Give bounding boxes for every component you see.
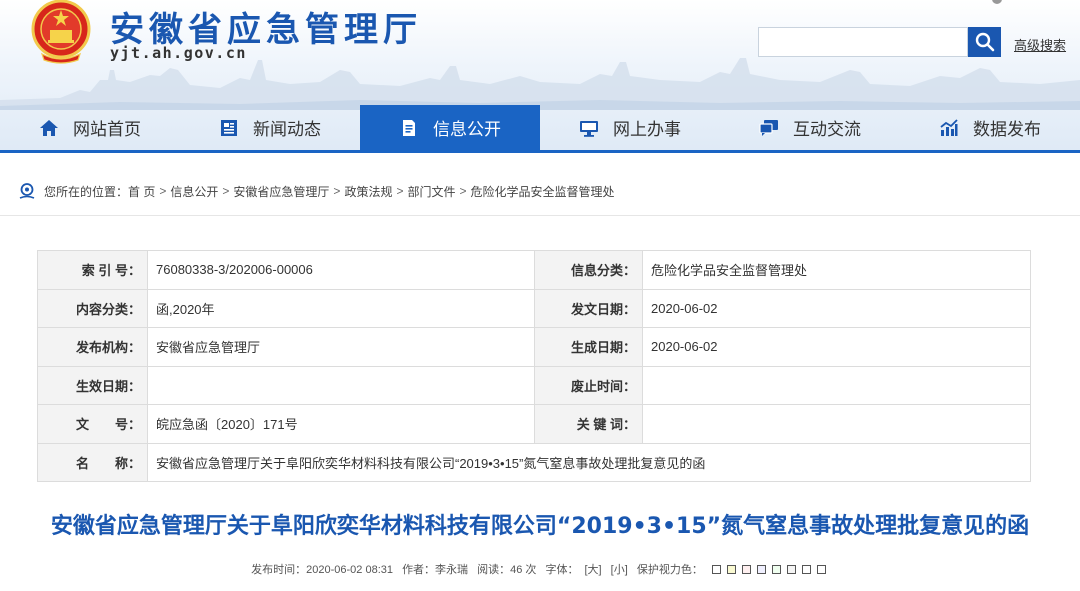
breadcrumb-prefix: 您所在的位置： bbox=[44, 184, 129, 199]
eye-protect-color-swatch[interactable] bbox=[816, 565, 826, 574]
breadcrumb-home[interactable]: 首 页 bbox=[128, 183, 155, 200]
nav-underline bbox=[0, 150, 1080, 153]
eye-protect-color-swatch[interactable] bbox=[741, 565, 751, 574]
document-name-value: 安徽省应急管理厅关于阜阳欣奕华材料科技有限公司“2019•3•15”氮气窒息事故… bbox=[147, 442, 1031, 482]
advanced-search-link[interactable]: 高级搜索 bbox=[1014, 35, 1066, 54]
font-size-label: 字体： bbox=[545, 564, 579, 576]
breadcrumb-separator: > bbox=[333, 184, 341, 198]
index-number-value: 76080338-3/202006-00006 bbox=[147, 250, 535, 290]
breadcrumb-info-disclosure[interactable]: 信息公开 bbox=[170, 183, 218, 200]
top-corner-mark bbox=[992, 0, 1002, 4]
nav-item-label: 网上办事 bbox=[613, 120, 681, 139]
nav-item-info-disclosure[interactable]: 信息公开 bbox=[360, 105, 540, 150]
eye-protect-color-swatch[interactable] bbox=[786, 565, 796, 574]
location-pin-icon bbox=[19, 183, 35, 199]
publisher-value: 安徽省应急管理厅 bbox=[147, 327, 535, 367]
eye-protect-swatches bbox=[709, 564, 829, 576]
publisher-label: 发布机构： bbox=[37, 327, 148, 367]
eye-protect-label: 保护视力色： bbox=[636, 564, 703, 576]
newspaper-icon bbox=[219, 118, 239, 138]
breadcrumb-separator: > bbox=[222, 184, 230, 198]
breadcrumb-current[interactable]: 危险化学品安全监督管理处 bbox=[471, 183, 615, 200]
table-row: 生效日期： 废止时间： bbox=[37, 365, 1031, 405]
bar-chart-icon bbox=[939, 118, 959, 138]
expiry-date-value bbox=[642, 365, 1031, 405]
search-button[interactable] bbox=[968, 27, 1001, 57]
created-date-value: 2020-06-02 bbox=[642, 327, 1031, 367]
article-meta: 发布时间：2020-06-02 08:31 作者：李永瑞 阅读：46 次 字体：… bbox=[0, 561, 1080, 577]
nav-item-interaction[interactable]: 互动交流 bbox=[720, 105, 900, 150]
table-row: 文 号： 皖应急函〔2020〕171号 关 键 词： bbox=[37, 404, 1031, 444]
nav-item-label: 互动交流 bbox=[793, 120, 861, 139]
search-input[interactable] bbox=[758, 27, 968, 57]
font-large-button[interactable]: [大] bbox=[584, 564, 601, 576]
expiry-date-label: 废止时间： bbox=[534, 365, 643, 405]
eye-protect-color-swatch[interactable] bbox=[801, 565, 811, 574]
created-date-label: 生成日期： bbox=[534, 327, 643, 367]
breadcrumb-separator: > bbox=[396, 184, 404, 198]
content-category-label: 内容分类： bbox=[37, 288, 148, 328]
issue-date-value: 2020-06-02 bbox=[642, 288, 1031, 328]
breadcrumb: 您所在的位置： 首 页 > 信息公开 > 安徽省应急管理厅 > 政策法规 > 部… bbox=[18, 178, 615, 204]
author: 作者：李永瑞 bbox=[402, 564, 469, 576]
site-header: 安徽省应急管理厅 yjt.ah.gov.cn 高级搜索 网站首页 新闻动态 信息 bbox=[0, 0, 1080, 150]
breadcrumb-separator: > bbox=[459, 184, 467, 198]
article-title: 安徽省应急管理厅关于阜阳欣奕华材料科技有限公司“2019•3•15”氮气窒息事故… bbox=[50, 514, 1030, 539]
monitor-icon bbox=[579, 118, 599, 138]
table-row: 名 称： 安徽省应急管理厅关于阜阳欣奕华材料科技有限公司“2019•3•15”氮… bbox=[37, 442, 1031, 482]
eye-protect-color-swatch[interactable] bbox=[756, 565, 766, 574]
table-row: 内容分类： 函,2020年 发文日期： 2020-06-02 bbox=[37, 288, 1031, 328]
view-count: 阅读：46 次 bbox=[477, 564, 537, 576]
nav-item-news[interactable]: 新闻动态 bbox=[180, 105, 360, 150]
document-info-table: 索 引 号： 76080338-3/202006-00006 信息分类： 危险化… bbox=[37, 250, 1031, 482]
effective-date-label: 生效日期： bbox=[37, 365, 148, 405]
nav-item-data-release[interactable]: 数据发布 bbox=[900, 105, 1080, 150]
index-number-label: 索 引 号： bbox=[37, 250, 148, 290]
content-category-value: 函,2020年 bbox=[147, 288, 535, 328]
info-category-label: 信息分类： bbox=[534, 250, 643, 290]
breadcrumb-policies[interactable]: 政策法规 bbox=[344, 183, 392, 200]
nav-item-label: 新闻动态 bbox=[253, 120, 321, 139]
document-number-value: 皖应急函〔2020〕171号 bbox=[147, 404, 535, 444]
keywords-value bbox=[642, 404, 1031, 444]
site-domain: yjt.ah.gov.cn bbox=[110, 44, 247, 62]
nav-item-label: 网站首页 bbox=[73, 120, 141, 139]
breadcrumb-dept-files[interactable]: 部门文件 bbox=[407, 183, 455, 200]
home-icon bbox=[39, 118, 59, 138]
nav-item-label: 数据发布 bbox=[973, 120, 1041, 139]
breadcrumb-department[interactable]: 安徽省应急管理厅 bbox=[233, 183, 329, 200]
nav-item-online-services[interactable]: 网上办事 bbox=[540, 105, 720, 150]
document-name-label: 名 称： bbox=[37, 442, 148, 482]
table-row: 发布机构： 安徽省应急管理厅 生成日期： 2020-06-02 bbox=[37, 327, 1031, 367]
nav-item-label: 信息公开 bbox=[433, 120, 501, 139]
info-category-value: 危险化学品安全监督管理处 bbox=[642, 250, 1031, 290]
font-small-button[interactable]: [小] bbox=[611, 564, 628, 576]
effective-date-value bbox=[147, 365, 535, 405]
document-icon bbox=[399, 118, 419, 138]
eye-protect-color-swatch[interactable] bbox=[771, 565, 781, 574]
section-divider bbox=[0, 215, 1080, 216]
table-row: 索 引 号： 76080338-3/202006-00006 信息分类： 危险化… bbox=[37, 250, 1031, 290]
main-nav: 网站首页 新闻动态 信息公开 网上办事 互动交流 数据发布 bbox=[0, 105, 1080, 150]
eye-protect-color-swatch[interactable] bbox=[726, 565, 736, 574]
breadcrumb-separator: > bbox=[159, 184, 167, 198]
eye-protect-color-swatch[interactable] bbox=[711, 565, 721, 574]
search-icon bbox=[975, 32, 994, 52]
keywords-label: 关 键 词： bbox=[534, 404, 643, 444]
chat-icon bbox=[759, 118, 779, 138]
national-emblem-icon bbox=[31, 0, 91, 64]
issue-date-label: 发文日期： bbox=[534, 288, 643, 328]
publish-time: 发布时间：2020-06-02 08:31 bbox=[251, 564, 393, 576]
document-number-label: 文 号： bbox=[37, 404, 148, 444]
nav-item-home[interactable]: 网站首页 bbox=[0, 105, 180, 150]
